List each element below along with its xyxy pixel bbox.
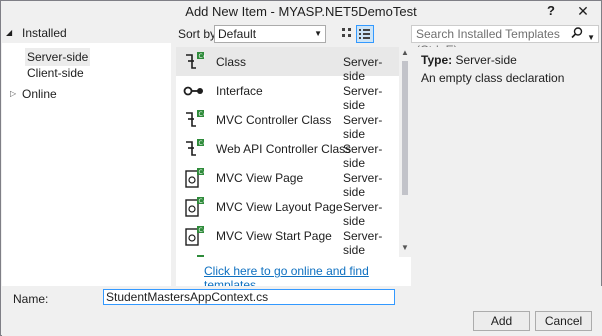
template-item-partial[interactable] bbox=[176, 250, 399, 257]
template-name: MVC View Page bbox=[216, 171, 304, 185]
tree-node-online[interactable]: ▷ Online bbox=[2, 85, 170, 103]
sort-dropdown-value: Default bbox=[218, 27, 257, 41]
svg-text:C#: C# bbox=[199, 111, 206, 118]
cancel-button[interactable]: Cancel bbox=[535, 311, 592, 331]
template-name: MVC View Layout Page bbox=[216, 200, 343, 214]
view-page-icon: C# bbox=[185, 226, 206, 246]
dialog-title: Add New Item - MYASP.NET5DemoTest bbox=[185, 4, 417, 19]
online-link-area: Click here to go online and find templat… bbox=[176, 257, 411, 292]
name-field[interactable]: StudentMastersAppContext.cs bbox=[103, 289, 395, 305]
svg-text:C#: C# bbox=[199, 169, 206, 176]
chevron-down-icon: ▼ bbox=[314, 29, 322, 38]
template-name: Interface bbox=[216, 84, 263, 98]
close-button[interactable]: ✕ bbox=[569, 1, 597, 21]
view-page-icon: C# bbox=[185, 168, 206, 188]
tree-node-installed[interactable]: ◢ Installed bbox=[2, 23, 171, 43]
view-page-icon: C# bbox=[185, 197, 206, 217]
template-type-label: Type: bbox=[421, 53, 453, 67]
svg-text:C#: C# bbox=[199, 140, 206, 147]
template-name: MVC Controller Class bbox=[216, 113, 332, 127]
scroll-thumb[interactable] bbox=[402, 61, 408, 195]
template-name: MVC View Start Page bbox=[216, 229, 332, 243]
template-type-row: Type: Server-side bbox=[421, 53, 517, 67]
template-description: An empty class declaration bbox=[421, 71, 565, 85]
controller-icon: C# bbox=[186, 110, 206, 127]
interface-icon bbox=[183, 86, 203, 96]
template-item-web-api-controller-class[interactable]: C# Web API Controller Class Server-side bbox=[176, 134, 399, 170]
template-type-value: Server-side bbox=[455, 53, 517, 67]
template-details-pane: Type: Server-side An empty class declara… bbox=[411, 47, 601, 286]
expand-arrow-icon[interactable]: ▷ bbox=[10, 85, 16, 103]
svg-text:C#: C# bbox=[199, 227, 206, 234]
template-name: Web API Controller Class bbox=[216, 142, 352, 156]
template-item-interface[interactable]: Interface Server-side bbox=[176, 76, 399, 112]
list-view-icon bbox=[359, 29, 370, 39]
template-category-tree: ◢ Installed Server-side Client-side ▷ On… bbox=[2, 23, 171, 286]
template-item-class[interactable]: C# Class Server-side bbox=[176, 47, 399, 83]
template-name: Class bbox=[216, 55, 247, 69]
scroll-up-arrow-icon[interactable]: ▲ bbox=[401, 48, 409, 57]
controller-icon: C# bbox=[186, 139, 206, 156]
grid-view-icon bbox=[342, 28, 351, 37]
name-label: Name: bbox=[13, 292, 49, 306]
template-list: C# Class Server-side Interface Server-si… bbox=[176, 47, 399, 257]
template-item-mvc-view-start-page[interactable]: C# MVC View Start Page Server-side bbox=[176, 221, 399, 257]
template-list-scrollbar[interactable]: ▲ ▼ bbox=[399, 47, 411, 257]
sort-toolbar: Sort by: Default ▼ bbox=[173, 23, 409, 45]
grid-view-button[interactable] bbox=[338, 25, 356, 43]
title-bar: Add New Item - MYASP.NET5DemoTest ? ✕ bbox=[1, 1, 601, 23]
sort-dropdown[interactable]: Default ▼ bbox=[214, 25, 326, 43]
search-icon[interactable]: ▼ bbox=[570, 26, 595, 46]
help-button[interactable]: ? bbox=[537, 1, 565, 21]
svg-text:C#: C# bbox=[199, 53, 206, 60]
template-item-mvc-view-page[interactable]: C# MVC View Page Server-side bbox=[176, 163, 399, 199]
svg-text:C#: C# bbox=[199, 198, 206, 205]
tree-node-label: Online bbox=[22, 87, 57, 101]
add-new-item-dialog: Add New Item - MYASP.NET5DemoTest ? ✕ ◢ … bbox=[0, 0, 602, 336]
template-item-mvc-view-layout-page[interactable]: C# MVC View Layout Page Server-side bbox=[176, 192, 399, 228]
class-icon: C# bbox=[186, 52, 206, 69]
dialog-footer: Name: StudentMastersAppContext.cs Add Ca… bbox=[2, 286, 602, 336]
template-item-mvc-controller-class[interactable]: C# MVC Controller Class Server-side bbox=[176, 105, 399, 141]
list-view-button[interactable] bbox=[356, 25, 374, 43]
add-button[interactable]: Add bbox=[473, 311, 530, 331]
scroll-down-arrow-icon[interactable]: ▼ bbox=[401, 243, 409, 252]
tree-node-client-side[interactable]: Client-side bbox=[25, 64, 86, 82]
search-templates-input[interactable]: Search Installed Templates (Ctrl+E) ▼ bbox=[411, 25, 599, 57]
collapse-arrow-icon[interactable]: ◢ bbox=[6, 23, 12, 43]
tree-node-label: Installed bbox=[22, 26, 67, 40]
